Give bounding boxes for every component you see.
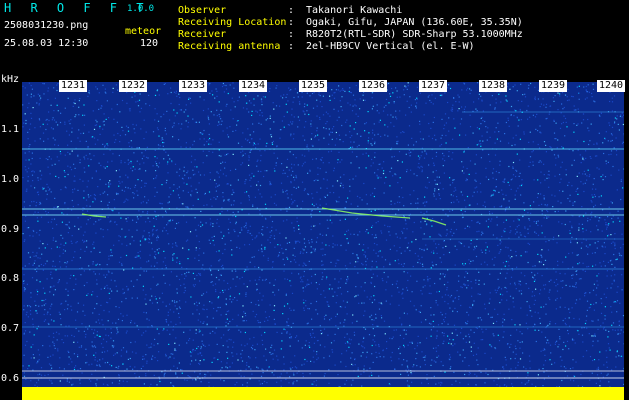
time-tick: 1239 xyxy=(539,80,568,92)
meteor-count: 120 xyxy=(140,38,159,49)
separator: : xyxy=(288,41,295,52)
location-key: Receiving Location xyxy=(178,17,287,28)
date-time: 25.08.03 12:30 xyxy=(4,38,89,49)
time-tick: 1233 xyxy=(179,80,208,92)
time-tick: 1237 xyxy=(419,80,448,92)
time-tick: 1236 xyxy=(359,80,388,92)
freq-tick: 0.7 xyxy=(1,323,20,334)
observer-key: Observer xyxy=(178,5,227,16)
time-tick: 1240 xyxy=(597,80,626,92)
baseline-bar xyxy=(22,387,624,400)
freq-tick: 0.6 xyxy=(1,373,20,384)
freq-tick: 0.9 xyxy=(1,224,20,235)
time-tick: 1238 xyxy=(479,80,508,92)
time-tick: 1231 xyxy=(59,80,88,92)
app-version: 1.0.0 xyxy=(127,4,155,14)
location-value: Ogaki, Gifu, JAPAN (136.60E, 35.35N) xyxy=(306,17,523,28)
antenna-value: 2el-HB9CV Vertical (el. E-W) xyxy=(306,41,475,52)
receiver-value: R820T2(RTL-SDR) SDR-Sharp 53.1000MHz xyxy=(306,29,523,40)
separator: : xyxy=(288,29,295,40)
spectrogram xyxy=(22,82,624,400)
time-tick: 1234 xyxy=(239,80,268,92)
observer-value: Takanori Kawachi xyxy=(306,5,403,16)
receiver-key: Receiver xyxy=(178,29,227,40)
freq-unit-label: kHz xyxy=(1,74,20,85)
freq-tick: 0.8 xyxy=(1,273,20,284)
time-tick: 1232 xyxy=(119,80,148,92)
file-name: 2508031230.png xyxy=(4,20,89,31)
separator: : xyxy=(288,5,295,16)
freq-tick: 1.0 xyxy=(1,174,20,185)
mode-label: meteor xyxy=(125,26,162,37)
antenna-key: Receiving antenna xyxy=(178,41,281,52)
time-tick: 1235 xyxy=(299,80,328,92)
separator: : xyxy=(288,17,295,28)
hroft-window: H R O F F T 1.0.0 2508031230.png meteor … xyxy=(0,0,629,400)
freq-tick: 1.1 xyxy=(1,124,20,135)
